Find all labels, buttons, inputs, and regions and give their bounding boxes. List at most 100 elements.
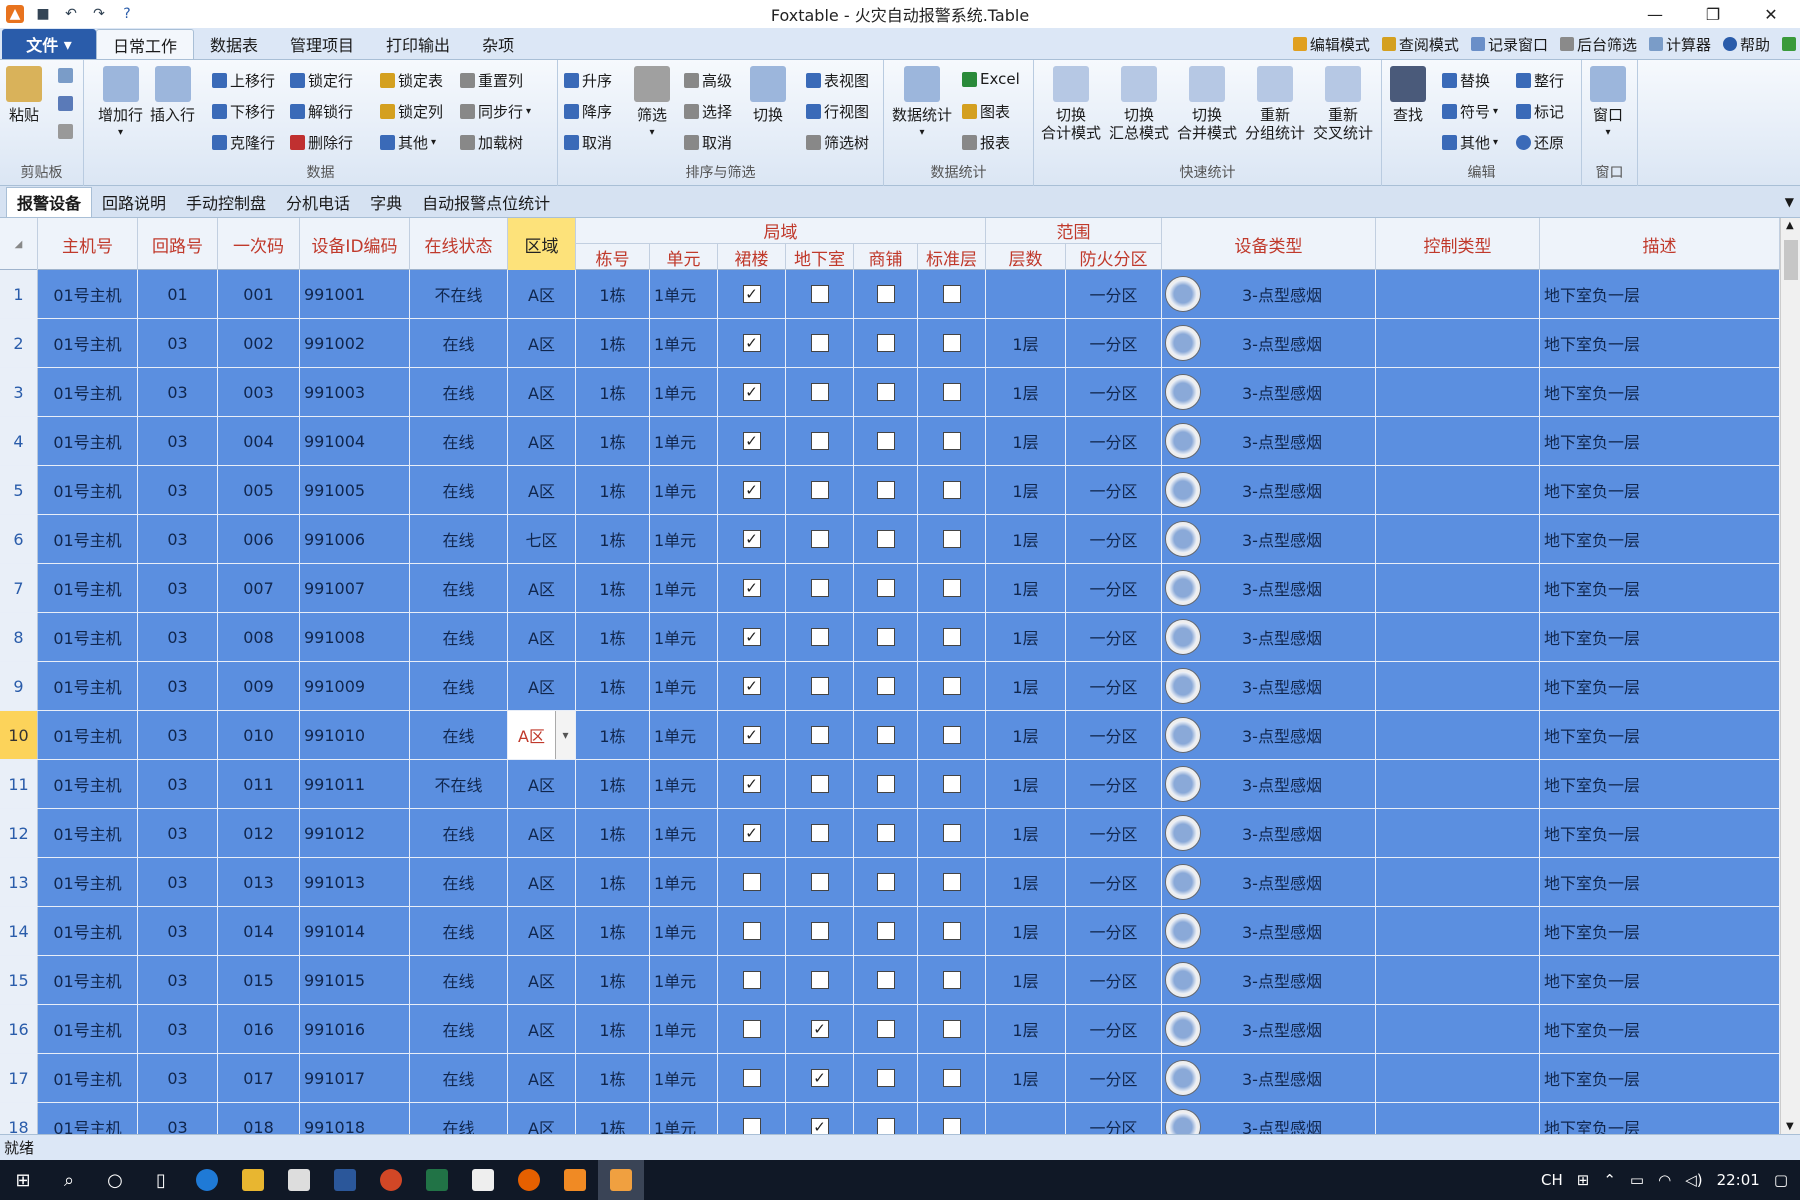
cell-basement[interactable] (786, 564, 854, 612)
table-row[interactable]: 14 01号主机 03 014 991014 在线 A区 1栋 1单元 1层 一分区 3-点型感烟 地下… (0, 907, 1780, 956)
cell-floors[interactable]: 1层 (986, 809, 1066, 857)
cell-floors[interactable]: 1层 (986, 319, 1066, 367)
cell-desc[interactable]: 地下室负一层 (1540, 368, 1780, 416)
cell-zone[interactable]: A区 (508, 1054, 576, 1102)
mark-button[interactable]: 标记 (1516, 101, 1564, 122)
checkbox[interactable] (810, 285, 829, 303)
cell-code[interactable]: 002 (218, 319, 300, 367)
cell-zone[interactable]: A区 (508, 564, 576, 612)
row-number[interactable]: 7 (0, 564, 38, 612)
cell-floors[interactable]: 1层 (986, 760, 1066, 808)
table-row[interactable]: 9 01号主机 03 009 991009 在线 A区 1栋 1单元 ✓ 1层 一分区 3-点型感烟 地下… (0, 662, 1780, 711)
cell-code[interactable]: 005 (218, 466, 300, 514)
cell-loop[interactable]: 03 (138, 1103, 218, 1134)
cell-host[interactable]: 01号主机 (38, 907, 138, 955)
cell-unit[interactable]: 1单元 (650, 368, 718, 416)
checkbox[interactable] (876, 481, 895, 499)
cell-loop[interactable]: 01 (138, 270, 218, 318)
cell-firezone[interactable]: 一分区 (1066, 270, 1162, 318)
cell-building[interactable]: 1栋 (576, 760, 650, 808)
cell-standard[interactable] (918, 662, 986, 710)
row-number[interactable]: 11 (0, 760, 38, 808)
cell-devid[interactable]: 991018 (300, 1103, 410, 1134)
explorer-button[interactable] (230, 1160, 276, 1200)
table-row[interactable]: 6 01号主机 03 006 991006 在线 七区 1栋 1单元 ✓ 1层 一分区 3-点型感烟 地下… (0, 515, 1780, 564)
cell-firezone[interactable]: 一分区 (1066, 809, 1162, 857)
cell-desc[interactable]: 地下室负一层 (1540, 956, 1780, 1004)
data-grid[interactable]: ◢ 主机号 回路号 一次码 设备ID编码 在线状态 区域 局域 栋号 单元 裙楼… (0, 218, 1780, 1134)
checkbox[interactable] (810, 530, 829, 548)
cell-floors[interactable]: 1层 (986, 858, 1066, 906)
cell-podium[interactable]: ✓ (718, 466, 786, 514)
row-number[interactable]: 9 (0, 662, 38, 710)
cell-host[interactable]: 01号主机 (38, 809, 138, 857)
cell-building[interactable]: 1栋 (576, 417, 650, 465)
cell-unit[interactable]: 1单元 (650, 858, 718, 906)
cell-devtype[interactable]: 3-点型感烟 (1162, 1005, 1376, 1053)
checkbox[interactable] (876, 775, 895, 793)
cell-basement[interactable] (786, 907, 854, 955)
cell-shop[interactable] (854, 711, 918, 759)
cell-desc[interactable]: 地下室负一层 (1540, 809, 1780, 857)
cell-online[interactable]: 在线 (410, 662, 508, 710)
cell-firezone[interactable]: 一分区 (1066, 711, 1162, 759)
cell-building[interactable]: 1栋 (576, 711, 650, 759)
cancel-filter-button[interactable]: 取消 (684, 132, 732, 153)
cell-unit[interactable]: 1单元 (650, 662, 718, 710)
excel-button[interactable]: Excel (962, 70, 1020, 88)
cell-ctrltype[interactable] (1376, 858, 1540, 906)
cell-standard[interactable] (918, 1005, 986, 1053)
table-row[interactable]: 4 01号主机 03 004 991004 在线 A区 1栋 1单元 ✓ 1层 一分区 3-点型感烟 地下… (0, 417, 1780, 466)
cell-shop[interactable] (854, 1005, 918, 1053)
paste-button[interactable]: 粘贴 (6, 66, 42, 124)
reset-column-button[interactable]: 重置列 (460, 70, 523, 91)
cell-devtype[interactable]: 3-点型感烟 (1162, 564, 1376, 612)
cell-devtype[interactable]: 3-点型感烟 (1162, 417, 1376, 465)
checkbox[interactable] (942, 432, 961, 450)
cell-ctrltype[interactable] (1376, 515, 1540, 563)
table-row[interactable]: 3 01号主机 03 003 991003 在线 A区 1栋 1单元 ✓ 1层 一分区 3-点型感烟 地下… (0, 368, 1780, 417)
cell-code[interactable]: 017 (218, 1054, 300, 1102)
filter-button[interactable]: 筛选 ▾ (634, 66, 670, 142)
checkbox[interactable] (876, 432, 895, 450)
cell-devtype[interactable]: 3-点型感烟 (1162, 368, 1376, 416)
cell-shop[interactable] (854, 907, 918, 955)
cell-online[interactable]: 在线 (410, 1054, 508, 1102)
cell-standard[interactable] (918, 417, 986, 465)
col-header-online[interactable]: 在线状态 (410, 218, 508, 270)
cell-floors[interactable]: 1层 (986, 711, 1066, 759)
cell-unit[interactable]: 1单元 (650, 319, 718, 367)
cell-devtype[interactable]: 3-点型感烟 (1162, 809, 1376, 857)
cell-building[interactable]: 1栋 (576, 613, 650, 661)
checkbox[interactable] (876, 334, 895, 352)
scroll-thumb[interactable] (1784, 240, 1798, 280)
cell-building[interactable]: 1栋 (576, 1005, 650, 1053)
cell-loop[interactable]: 03 (138, 1054, 218, 1102)
sort-desc-button[interactable]: 降序 (564, 101, 612, 122)
cell-standard[interactable] (918, 515, 986, 563)
cell-floors[interactable]: 1层 (986, 368, 1066, 416)
start-button[interactable]: ⊞ (0, 1160, 46, 1200)
checkbox[interactable] (942, 481, 961, 499)
cell-online[interactable]: 在线 (410, 1103, 508, 1134)
checkbox[interactable] (942, 334, 961, 352)
cell-online[interactable]: 在线 (410, 368, 508, 416)
row-number[interactable]: 16 (0, 1005, 38, 1053)
cell-code[interactable]: 010 (218, 711, 300, 759)
cell-devtype[interactable]: 3-点型感烟 (1162, 1054, 1376, 1102)
edit-mode-button[interactable]: 编辑模式 (1292, 34, 1370, 55)
sort-asc-button[interactable]: 升序 (564, 70, 612, 91)
cell-shop[interactable] (854, 319, 918, 367)
notification-icon[interactable]: ▢ (1774, 1171, 1788, 1189)
cell-desc[interactable]: 地下室负一层 (1540, 466, 1780, 514)
table-row[interactable]: 17 01号主机 03 017 991017 在线 A区 1栋 1单元 ✓ 1层 一分区 3-点型感烟 地… (0, 1054, 1780, 1103)
cell-online[interactable]: 在线 (410, 809, 508, 857)
checkbox[interactable]: ✓ (810, 1118, 829, 1134)
help-button[interactable]: 帮助 (1722, 34, 1770, 55)
col-header-description[interactable]: 描述 (1540, 218, 1780, 270)
checkbox[interactable] (742, 1020, 761, 1038)
cell-devid[interactable]: 991013 (300, 858, 410, 906)
tab-print-output[interactable]: 打印输出 (370, 29, 466, 59)
checkbox[interactable] (742, 971, 761, 989)
cell-desc[interactable]: 地下室负一层 (1540, 760, 1780, 808)
